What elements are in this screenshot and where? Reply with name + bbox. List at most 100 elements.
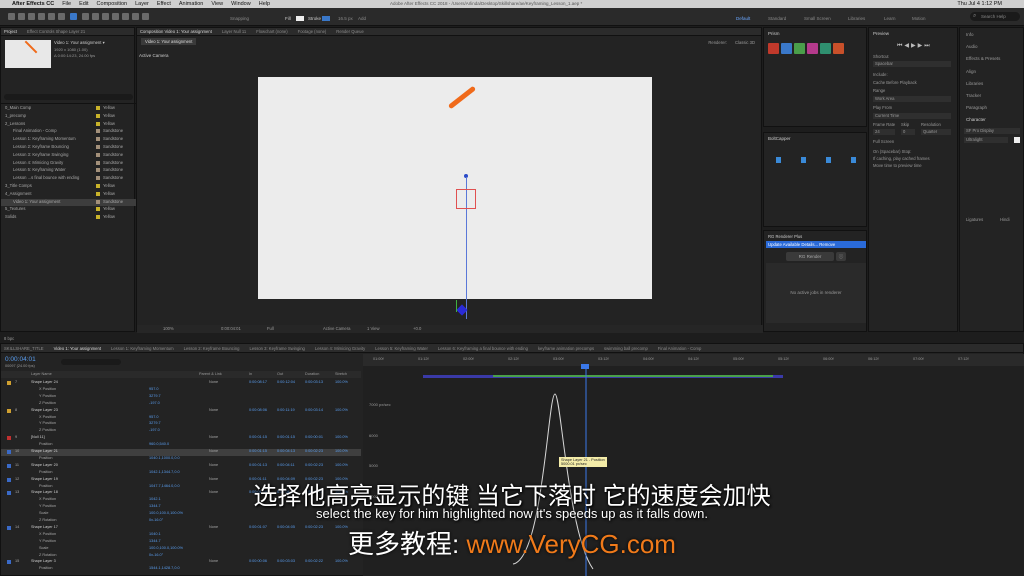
project-item[interactable]: Lesson 1: Keyframing Momentum Sandstone bbox=[1, 136, 136, 143]
project-item[interactable]: Lesson 2: Keyframe Bouncing Sandstone bbox=[1, 144, 136, 151]
layer-name[interactable]: [Null 11] bbox=[31, 435, 45, 439]
project-item[interactable]: 1_precomp Yellow bbox=[1, 113, 136, 120]
timeline-tab[interactable]: Lesson 2: Keyframe Bouncing bbox=[184, 346, 240, 351]
workspace-learn[interactable]: Learn bbox=[884, 16, 896, 21]
layer-out[interactable]: 0:00:04:11 bbox=[277, 463, 295, 467]
libraries-tab[interactable]: Libraries bbox=[966, 81, 983, 86]
label-color-swatch[interactable] bbox=[96, 160, 100, 165]
layer-parent[interactable]: None bbox=[209, 380, 218, 384]
menu-help[interactable]: Help bbox=[259, 1, 270, 7]
project-item[interactable]: 2_Lessons Yellow bbox=[1, 121, 136, 128]
camera-tool-icon[interactable] bbox=[48, 13, 55, 20]
project-item[interactable]: 3_Title Comps Yellow bbox=[1, 183, 136, 190]
property-value[interactable]: 957.0 bbox=[149, 415, 159, 419]
tab-effect-controls[interactable]: Effect Controls Shape Layer 21 bbox=[27, 29, 85, 34]
tab-composition[interactable]: Composition Video 1: Your assignment bbox=[140, 29, 212, 34]
menu-layer[interactable]: Layer bbox=[135, 1, 149, 7]
timeline-tab[interactable]: SKILLSHARE_TITLE bbox=[4, 346, 44, 351]
cache-checkbox[interactable]: Cache Before Playback bbox=[873, 80, 917, 85]
header-in[interactable]: In bbox=[249, 372, 252, 376]
table-row[interactable]: Position 960.0,540.0 bbox=[1, 442, 361, 449]
prism-swatch[interactable] bbox=[768, 43, 779, 54]
timeline-tab[interactable]: Lesson 4: Mimicing Gravity bbox=[315, 346, 365, 351]
project-item[interactable]: 4_Assignment Yellow bbox=[1, 191, 136, 198]
tab-flowchart[interactable]: Flowchart (none) bbox=[256, 29, 287, 34]
layer-in[interactable]: 0:00:08:06 bbox=[249, 408, 267, 412]
project-item[interactable]: Final Animation - Comp Sandstone bbox=[1, 128, 136, 135]
table-row[interactable]: 11 Shape Layer 20 None 0:00:01:13 0:00:04:11… bbox=[1, 463, 361, 470]
play-from-select[interactable]: Current Time bbox=[873, 113, 951, 119]
table-row[interactable]: Y Position 3279.7 bbox=[1, 421, 361, 428]
fill-color-swatch[interactable] bbox=[1014, 137, 1020, 143]
layer-stretch[interactable]: 100.0% bbox=[335, 408, 348, 412]
stroke-swatch[interactable] bbox=[322, 16, 330, 21]
paragraph-tab[interactable]: Paragraph bbox=[966, 105, 987, 110]
roto-tool-icon[interactable] bbox=[132, 13, 139, 20]
prism-swatch[interactable] bbox=[794, 43, 805, 54]
project-item[interactable]: Lesson 4: Mimicing Gravity Sandstone bbox=[1, 160, 136, 167]
project-search[interactable] bbox=[4, 94, 133, 100]
layer-label-color[interactable] bbox=[7, 436, 11, 441]
project-item[interactable]: Lesson 3: Keyframe Swinging Sandstone bbox=[1, 152, 136, 159]
renderer-value[interactable]: Classic 3D bbox=[735, 40, 755, 45]
wrench-icon[interactable] bbox=[851, 157, 856, 163]
layer-name[interactable]: Shape Layer 23 bbox=[31, 408, 58, 412]
layer-label-color[interactable] bbox=[7, 408, 11, 413]
layer-duration[interactable]: 0:00:00:01 bbox=[305, 435, 323, 439]
fill-label[interactable]: Fill bbox=[285, 16, 291, 21]
timeline-tab[interactable]: Video 1: Your assignment bbox=[54, 346, 101, 351]
tab-render-queue[interactable]: Render Queue bbox=[336, 29, 363, 34]
header-parent[interactable]: Parent & Link bbox=[199, 372, 222, 376]
table-row[interactable]: Z Position -197.0 bbox=[1, 428, 361, 435]
snapping-toggle[interactable]: Snapping bbox=[230, 16, 249, 21]
layer-stretch[interactable]: 100.0% bbox=[335, 435, 348, 439]
menu-window[interactable]: Window bbox=[231, 1, 251, 7]
property-value[interactable]: 960.0,540.0 bbox=[149, 442, 169, 446]
menu-animation[interactable]: Animation bbox=[179, 1, 203, 7]
menu-edit[interactable]: Edit bbox=[79, 1, 88, 7]
resolution-select[interactable]: Full bbox=[267, 326, 274, 331]
zoom-tool-icon[interactable] bbox=[28, 13, 35, 20]
layer-duration[interactable]: 0:00:02:23 bbox=[305, 449, 323, 453]
project-item[interactable]: Video 1: Your assignment Sandstone bbox=[1, 198, 136, 206]
header-duration[interactable]: Duration bbox=[305, 372, 319, 376]
prism-swatch[interactable] bbox=[820, 43, 831, 54]
timeline-tab[interactable]: Lesson 1: Keyframing Momentum bbox=[111, 346, 174, 351]
shortcut-select[interactable]: Spacebar bbox=[873, 61, 951, 67]
layer-label-color[interactable] bbox=[7, 450, 11, 454]
fill-swatch[interactable] bbox=[296, 16, 304, 21]
menu-view[interactable]: View bbox=[211, 1, 223, 7]
resolution-select[interactable]: Quarter bbox=[921, 129, 951, 135]
hand-tool-icon[interactable] bbox=[18, 13, 25, 20]
rg-info-icon[interactable]: ⓘ bbox=[836, 252, 846, 261]
timeline-tab[interactable]: keyframe animation precomps bbox=[538, 346, 594, 351]
label-color-swatch[interactable] bbox=[96, 207, 100, 212]
view-select[interactable]: Active Camera bbox=[323, 326, 350, 331]
prism-swatch[interactable] bbox=[833, 43, 844, 54]
add-dropdown[interactable]: Add bbox=[358, 16, 366, 21]
playback-controls[interactable]: ⏮◀▶▶⏭ bbox=[897, 42, 932, 50]
header-layer-name[interactable]: Layer Name bbox=[31, 372, 52, 376]
stroke-width[interactable]: 16.5 px bbox=[338, 16, 353, 21]
menu-effect[interactable]: Effect bbox=[157, 1, 171, 7]
layer-label-color[interactable] bbox=[7, 463, 11, 468]
tab-layer[interactable]: Layer Null 11 bbox=[222, 29, 246, 34]
property-value[interactable]: 3279.7 bbox=[149, 394, 161, 398]
workspace-motion[interactable]: Motion bbox=[912, 16, 926, 21]
layer-parent[interactable]: None bbox=[209, 449, 218, 453]
zoom-select[interactable]: 100% bbox=[163, 326, 174, 331]
rg-render-button[interactable]: RG Render bbox=[786, 252, 834, 261]
layer-out[interactable]: 0:00:01:15 bbox=[277, 435, 295, 439]
label-color-swatch[interactable] bbox=[96, 145, 100, 149]
info-panel-tab[interactable]: Info bbox=[966, 32, 974, 37]
type-tool-icon[interactable] bbox=[92, 13, 99, 20]
property-value[interactable]: -197.0 bbox=[149, 401, 160, 405]
comp-subtab[interactable]: Video 1: Your assignment bbox=[141, 38, 197, 45]
puppet-tool-icon[interactable] bbox=[142, 13, 149, 20]
property-value[interactable]: 1544.1,1428.7,0.0 bbox=[149, 566, 180, 570]
ligatures-checkbox[interactable]: Ligatures bbox=[966, 217, 983, 222]
menu-file[interactable]: File bbox=[62, 1, 71, 7]
table-row[interactable]: Position 1544.1,1428.7,0.0 bbox=[1, 566, 361, 573]
layer-out[interactable]: 0:00:04:13 bbox=[277, 449, 295, 453]
table-row[interactable]: 8 Shape Layer 23 None 0:00:08:06 0:00:11:19 0… bbox=[1, 408, 361, 415]
